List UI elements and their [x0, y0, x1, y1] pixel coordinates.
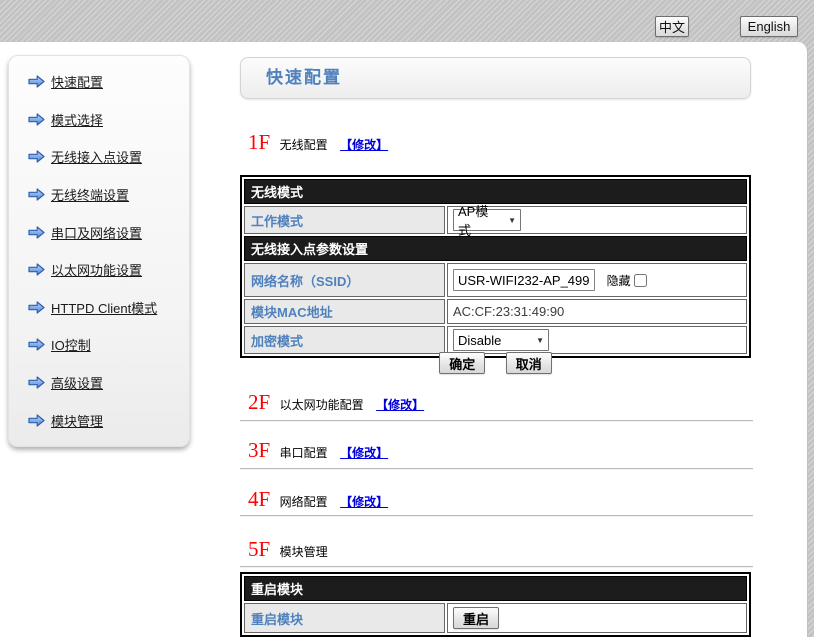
dropdown-arrow-icon: ▼ — [528, 336, 544, 345]
sidebar-item-label: 高级设置 — [51, 373, 103, 392]
arrow-right-icon — [28, 338, 45, 351]
sidebar-item-mode-select[interactable]: 模式选择 — [9, 101, 189, 139]
encryption-mode-select[interactable]: Disable ▼ — [453, 329, 549, 351]
arrow-right-icon — [28, 263, 45, 276]
arrow-right-icon — [28, 113, 45, 126]
modify-wireless-link[interactable]: 【修改】 — [340, 138, 388, 152]
table-group-header: 无线接入点参数设置 — [244, 236, 747, 261]
work-mode-label: 工作模式 — [244, 206, 445, 234]
ssid-hide-checkbox[interactable] — [634, 274, 647, 287]
arrow-right-icon — [28, 376, 45, 389]
sidebar-item-label: 模块管理 — [51, 411, 103, 430]
sidebar-item-label: 模式选择 — [51, 110, 103, 129]
section-number: 5F — [248, 537, 270, 561]
modify-ethernet-link[interactable]: 【修改】 — [376, 398, 424, 412]
sidebar-item-ap-settings[interactable]: 无线接入点设置 — [9, 138, 189, 176]
section-title: 串口配置 — [280, 446, 328, 460]
ssid-input[interactable] — [453, 269, 595, 291]
ssid-hide-option: 隐藏 — [607, 274, 647, 288]
section-title: 以太网功能配置 — [280, 398, 364, 412]
sidebar-item-label: 快速配置 — [51, 72, 103, 91]
sidebar-item-label: HTTPD Client模式 — [51, 298, 157, 317]
arrow-right-icon — [28, 414, 45, 427]
mac-address-value: AC:CF:23:31:49:90 — [447, 299, 747, 324]
work-mode-select[interactable]: AP模式 ▼ — [453, 209, 521, 231]
section-number: 3F — [248, 438, 270, 462]
main-content: 快速配置 1F 无线配置 【修改】 无线模式 工作模式 AP模式 ▼ 无线接入点… — [240, 42, 753, 637]
sidebar-item-sta-settings[interactable]: 无线终端设置 — [9, 176, 189, 214]
section-divider — [240, 420, 753, 422]
restart-module-label: 重启模块 — [244, 603, 445, 633]
section-1f: 1F 无线配置 【修改】 — [248, 130, 388, 155]
arrow-right-icon — [28, 75, 45, 88]
sidebar-item-module-manage[interactable]: 模块管理 — [9, 401, 189, 439]
work-mode-select-value: AP模式 — [458, 201, 500, 239]
restart-button[interactable]: 重启 — [453, 607, 499, 629]
sidebar-item-advanced-settings[interactable]: 高级设置 — [9, 364, 189, 402]
section-divider — [240, 468, 753, 470]
arrow-right-icon — [28, 226, 45, 239]
section-divider — [240, 566, 753, 568]
form-actions: 确定 取消 — [240, 352, 751, 374]
wireless-config-table: 无线模式 工作模式 AP模式 ▼ 无线接入点参数设置 网络名称（SSID） 隐藏 — [240, 175, 751, 358]
modify-uart-link[interactable]: 【修改】 — [340, 446, 388, 460]
sidebar-item-io-control[interactable]: IO控制 — [9, 326, 189, 364]
dropdown-arrow-icon: ▼ — [500, 216, 516, 225]
ok-button[interactable]: 确定 — [439, 352, 485, 374]
section-divider — [240, 515, 753, 517]
encryption-mode-select-value: Disable — [458, 333, 501, 348]
language-chinese-button[interactable]: 中文 — [655, 16, 689, 37]
page-sheet: 快速配置 模式选择 无线接入点设置 无线终端设置 串口及网络设置 以太网功能设置… — [0, 42, 808, 637]
section-number: 1F — [248, 130, 270, 154]
sidebar-item-quick-config[interactable]: 快速配置 — [9, 63, 189, 101]
section-title: 无线配置 — [280, 138, 328, 152]
mac-address-label: 模块MAC地址 — [244, 299, 445, 324]
section-title: 模块管理 — [280, 545, 328, 559]
section-number: 2F — [248, 390, 270, 414]
restart-module-table: 重启模块 重启模块 重启 — [240, 572, 751, 637]
sidebar-item-label: IO控制 — [51, 335, 91, 354]
section-4f: 4F 网络配置 【修改】 — [248, 487, 388, 512]
sidebar-item-ethernet-settings[interactable]: 以太网功能设置 — [9, 251, 189, 289]
table-group-header: 重启模块 — [244, 576, 747, 601]
arrow-right-icon — [28, 301, 45, 314]
section-number: 4F — [248, 487, 270, 511]
sidebar-item-label: 串口及网络设置 — [51, 223, 142, 242]
cancel-button[interactable]: 取消 — [506, 352, 552, 374]
modify-network-link[interactable]: 【修改】 — [340, 495, 388, 509]
arrow-right-icon — [28, 188, 45, 201]
sidebar-item-label: 无线终端设置 — [51, 185, 129, 204]
section-5f: 5F 模块管理 — [248, 537, 328, 562]
encryption-mode-label: 加密模式 — [244, 326, 445, 354]
language-english-button[interactable]: English — [740, 16, 798, 37]
sidebar: 快速配置 模式选择 无线接入点设置 无线终端设置 串口及网络设置 以太网功能设置… — [8, 55, 190, 447]
sidebar-item-httpd-client[interactable]: HTTPD Client模式 — [9, 289, 189, 327]
section-3f: 3F 串口配置 【修改】 — [248, 438, 388, 463]
page-title: 快速配置 — [240, 57, 751, 99]
ssid-hide-label: 隐藏 — [607, 274, 631, 288]
arrow-right-icon — [28, 150, 45, 163]
section-title: 网络配置 — [280, 495, 328, 509]
sidebar-item-label: 无线接入点设置 — [51, 147, 142, 166]
sidebar-item-uart-network-settings[interactable]: 串口及网络设置 — [9, 213, 189, 251]
ssid-label: 网络名称（SSID） — [244, 263, 445, 297]
sidebar-item-label: 以太网功能设置 — [51, 260, 142, 279]
section-2f: 2F 以太网功能配置 【修改】 — [248, 390, 424, 415]
